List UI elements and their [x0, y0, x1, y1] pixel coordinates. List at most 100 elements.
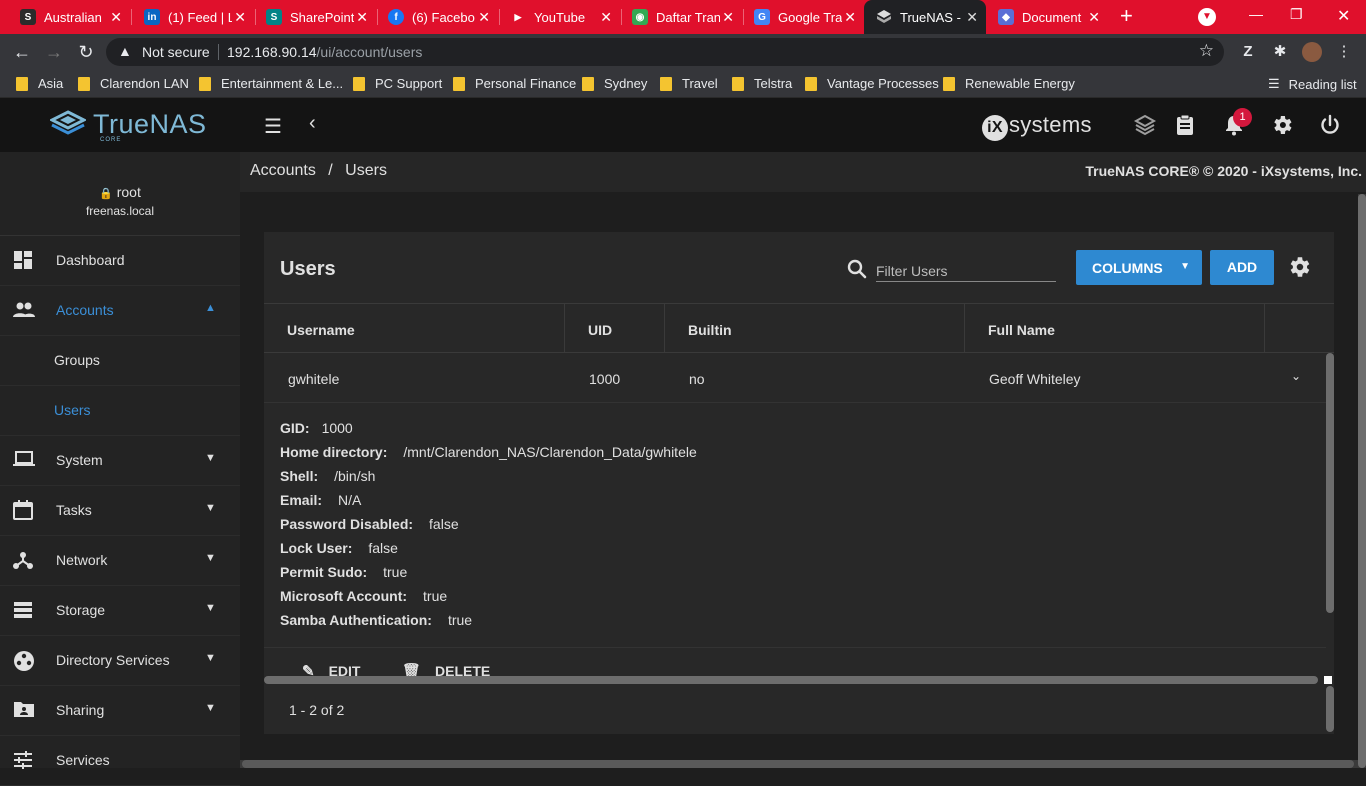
power-icon[interactable] [1318, 113, 1342, 137]
sidebar-item-services[interactable]: Services [0, 736, 240, 786]
browser-tab[interactable]: S SharePoint ✕ [254, 0, 376, 34]
detail-home-directory: Home directory:/mnt/Clarendon_NAS/Claren… [280, 444, 697, 460]
browser-tab[interactable]: ◆ Document ✕ [986, 0, 1108, 34]
reading-list[interactable]: ☰ Reading list [1268, 76, 1357, 92]
minimize-icon[interactable]: — [1249, 6, 1263, 22]
sharepoint-icon: S [266, 9, 282, 25]
back-icon[interactable]: ← [11, 41, 33, 63]
close-tab-icon[interactable]: ✕ [110, 9, 122, 26]
columns-button[interactable]: COLUMNS ▼ [1076, 250, 1202, 285]
folder-icon [943, 76, 955, 91]
browser-tab[interactable]: in (1) Feed | L ✕ [132, 0, 254, 34]
close-tab-icon[interactable]: ✕ [234, 9, 246, 26]
table-settings-gear-icon[interactable] [1286, 254, 1312, 280]
column-header-full-name[interactable]: Full Name [965, 304, 1265, 353]
browser-tab[interactable]: S Australian ✕ [8, 0, 130, 34]
breadcrumb-accounts[interactable]: Accounts [250, 162, 316, 179]
ixsystems-logo[interactable]: iX systems [982, 112, 1092, 141]
new-tab-button[interactable]: + [1120, 4, 1140, 28]
bookmark-folder[interactable]: Vantage Processes [805, 76, 939, 91]
chevron-down-icon: ▼ [205, 502, 216, 514]
sidebar-item-groups[interactable]: Groups [0, 336, 240, 386]
browser-tab[interactable]: ◉ Daftar Tran ✕ [620, 0, 742, 34]
reload-icon[interactable]: ↻ [75, 41, 97, 63]
filter-users-input[interactable] [876, 256, 1056, 282]
close-tab-icon[interactable]: ✕ [478, 9, 490, 26]
bookmark-folder[interactable]: Asia [16, 76, 63, 91]
collapse-sidebar-icon[interactable]: ‹ [309, 112, 316, 135]
extensions-puzzle-icon[interactable]: ✱ [1270, 42, 1290, 62]
breadcrumb: Accounts / Users [250, 162, 387, 179]
bookmark-star-icon[interactable]: ☆ [1199, 41, 1214, 61]
truenas-icon [876, 9, 892, 25]
tab-search-icon[interactable]: ▼ [1198, 8, 1216, 26]
table-row[interactable]: gwhitele 1000 no Geoff Whiteley ⌄ [264, 353, 1326, 403]
settings-gear-icon[interactable] [1270, 113, 1294, 137]
collapse-row-chevron-icon[interactable]: ⌄ [1291, 369, 1301, 383]
clipboard-icon[interactable] [1173, 113, 1197, 137]
sidebar-item-sharing[interactable]: Sharing ▼ [0, 686, 240, 736]
sidebar-item-network[interactable]: Network ▼ [0, 536, 240, 586]
column-header-username[interactable]: Username [264, 304, 565, 353]
detail-password-disabled: Password Disabled: false [280, 516, 459, 532]
sidebar-item-dashboard[interactable]: Dashboard [0, 236, 240, 286]
profile-avatar[interactable] [1302, 42, 1322, 62]
sidebar-item-system[interactable]: System ▼ [0, 436, 240, 486]
browser-tab[interactable]: ▶ YouTube ✕ [498, 0, 620, 34]
close-tab-icon[interactable]: ✕ [1088, 9, 1100, 26]
close-tab-icon[interactable]: ✕ [356, 9, 368, 26]
calendar-icon [13, 500, 35, 522]
folder-icon [582, 76, 594, 91]
bookmarks-bar: Asia Clarendon LAN Entertainment & Le...… [0, 70, 1366, 98]
s-logo-icon: S [20, 9, 36, 25]
sidebar-item-storage[interactable]: Storage ▼ [0, 586, 240, 636]
sidebar-item-users[interactable]: Users [0, 386, 240, 436]
column-header-builtin[interactable]: Builtin [665, 304, 965, 353]
sidebar-item-accounts[interactable]: Accounts ▲ [0, 286, 240, 336]
sidebar-item-directory-services[interactable]: Directory Services ▼ [0, 636, 240, 686]
folder-icon [805, 76, 817, 91]
table-vertical-scrollbar-lower[interactable] [1326, 686, 1334, 732]
chrome-menu-icon[interactable]: ⋮ [1334, 42, 1354, 62]
detail-gid: GID: 1000 [280, 420, 353, 436]
main-content: Accounts / Users TrueNAS CORE® © 2020 - … [240, 152, 1366, 768]
add-user-button[interactable]: ADD [1210, 250, 1274, 285]
bookmark-folder[interactable]: Clarendon LAN [78, 76, 189, 91]
close-tab-icon[interactable]: ✕ [844, 9, 856, 26]
browser-tab[interactable]: f (6) Facebo ✕ [376, 0, 498, 34]
truenas-logo[interactable]: TrueNAS CORE [0, 98, 240, 152]
extension-z-icon[interactable]: Z [1238, 42, 1258, 62]
table-horizontal-scrollbar[interactable] [264, 676, 1318, 684]
close-window-icon[interactable]: ✕ [1337, 6, 1350, 26]
network-icon [13, 550, 35, 572]
column-header-uid[interactable]: UID [565, 304, 665, 353]
close-tab-icon[interactable]: ✕ [600, 9, 612, 26]
bookmark-folder[interactable]: Sydney [582, 76, 647, 91]
sidebar-item-tasks[interactable]: Tasks ▼ [0, 486, 240, 536]
url-text[interactable]: 192.168.90.14/ui/account/users [227, 44, 422, 60]
restore-icon[interactable]: ❐ [1290, 6, 1303, 23]
close-tab-icon[interactable]: ✕ [722, 9, 734, 26]
address-bar[interactable]: ▲ Not secure 192.168.90.14/ui/account/us… [106, 38, 1224, 66]
menu-toggle-icon[interactable]: ☰ [264, 114, 282, 139]
table-vertical-scrollbar[interactable] [1326, 353, 1334, 613]
warning-icon[interactable]: ▲ [118, 43, 132, 59]
linkedin-icon: in [144, 9, 160, 25]
browser-tab-active[interactable]: TrueNAS - ✕ [864, 0, 986, 34]
forward-icon[interactable]: → [43, 41, 65, 63]
bookmark-folder[interactable]: Personal Finance [453, 76, 576, 91]
shared-folder-icon [13, 700, 35, 722]
bookmark-folder[interactable]: Telstra [732, 76, 792, 91]
tune-icon [13, 750, 35, 772]
browser-tab[interactable]: G Google Tra ✕ [742, 0, 864, 34]
bookmark-folder[interactable]: PC Support [353, 76, 442, 91]
page-horizontal-scrollbar[interactable] [240, 760, 1358, 768]
bookmark-folder[interactable]: Renewable Energy [943, 76, 1075, 91]
page-vertical-scrollbar[interactable] [1358, 194, 1366, 768]
caret-down-icon: ▼ [1180, 261, 1190, 272]
close-tab-icon[interactable]: ✕ [966, 9, 978, 26]
cell-username: gwhitele [288, 371, 340, 387]
bookmark-folder[interactable]: Entertainment & Le... [199, 76, 343, 91]
bookmark-folder[interactable]: Travel [660, 76, 718, 91]
truecommand-icon[interactable] [1133, 113, 1157, 137]
